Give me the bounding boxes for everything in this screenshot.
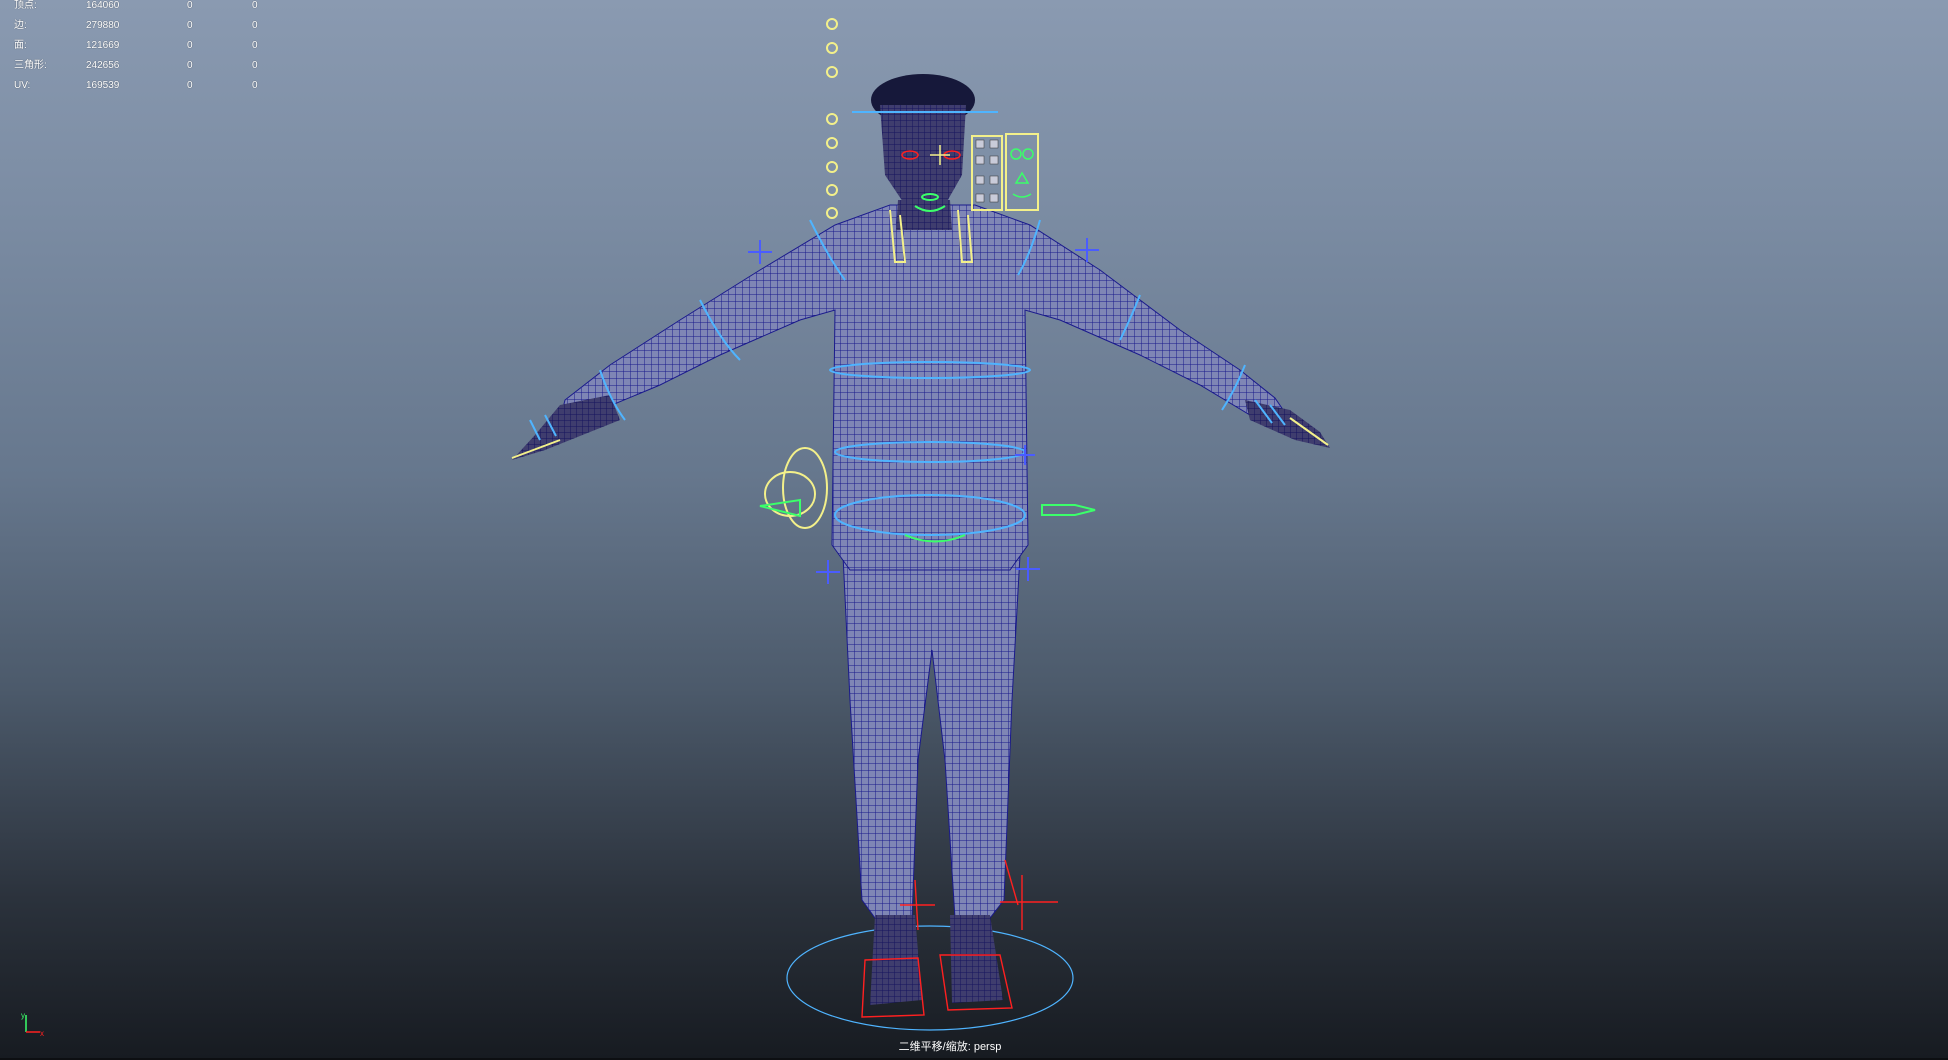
character-rig[interactable]: y x (0, 0, 1948, 1058)
pants-mesh[interactable] (842, 554, 1021, 919)
camera-label: 二维平移/缩放: persp (898, 1041, 1002, 1053)
axis-x-label: x (40, 1029, 44, 1038)
viewport-persp[interactable]: 顶点: 164060 0 0 边: 279880 0 0 面: 121669 0… (0, 0, 1948, 1058)
face-panel-shapes (1010, 148, 1034, 198)
axis-gizmo-icon (25, 1015, 40, 1033)
axis-y-label: y (21, 1011, 25, 1020)
root-control-circle[interactable] (786, 925, 1074, 1031)
boots-mesh[interactable] (870, 915, 1003, 1005)
face-panel-dots[interactable] (975, 139, 999, 203)
hoodie-mesh[interactable] (559, 204, 1292, 571)
